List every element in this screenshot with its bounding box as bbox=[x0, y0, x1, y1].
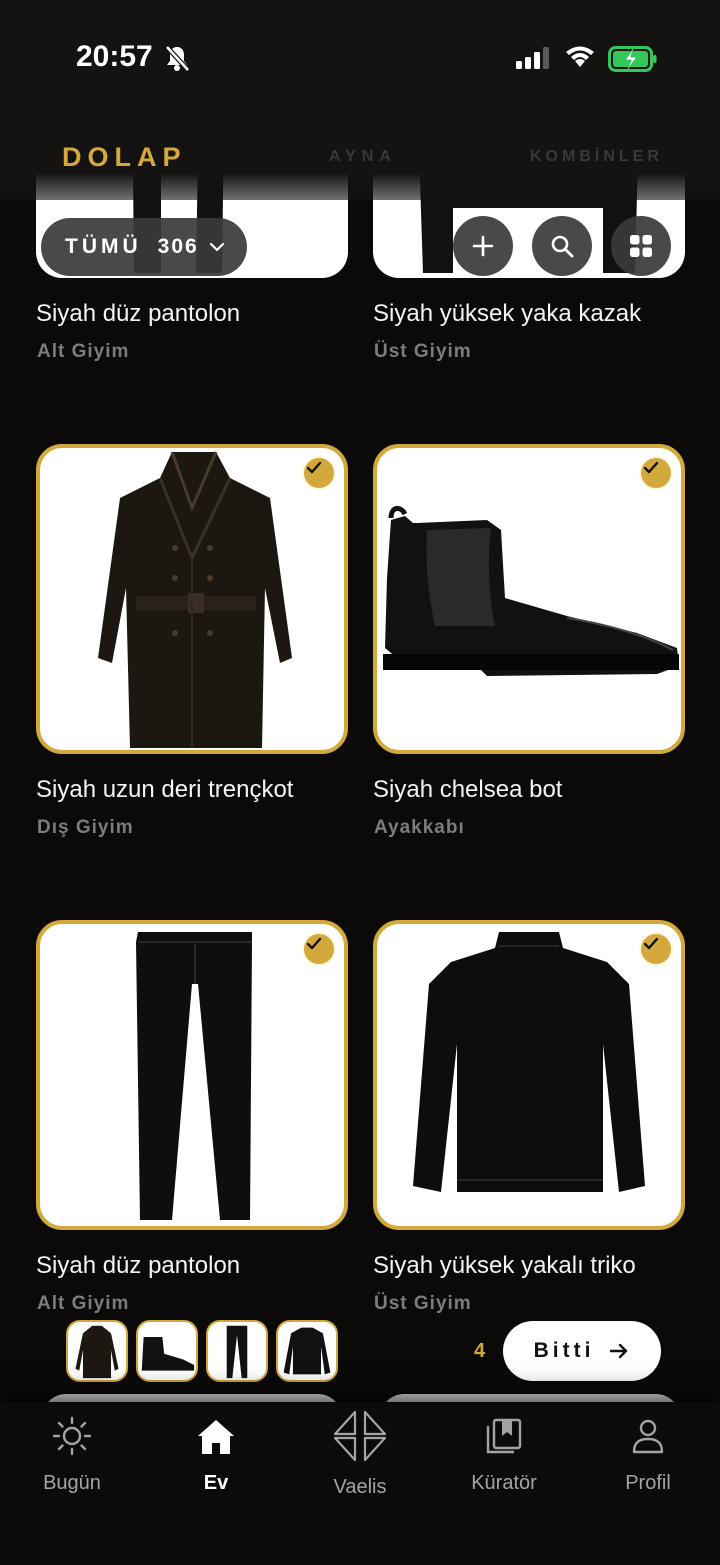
trousers-image bbox=[136, 932, 252, 1220]
item-image bbox=[373, 920, 685, 1230]
done-label: Bitti bbox=[533, 1339, 595, 1362]
item-category: Alt Giyim bbox=[37, 341, 130, 362]
selected-check-icon bbox=[639, 456, 673, 490]
trench-coat-image bbox=[98, 451, 292, 748]
grid-view-button[interactable] bbox=[611, 216, 671, 276]
item-title: Siyah yüksek yakalı triko bbox=[373, 1252, 636, 1279]
item-title: Siyah uzun deri trençkot bbox=[36, 776, 294, 803]
wardrobe-item-card[interactable]: Siyah yüksek yakalı triko Üst Giyim bbox=[373, 920, 685, 1320]
nav-item-profil[interactable]: Profil bbox=[576, 1414, 720, 1495]
item-category: Ayakkabı bbox=[374, 817, 465, 838]
selected-check-icon bbox=[302, 456, 336, 490]
chelsea-boot-image bbox=[383, 506, 679, 676]
selection-count: 4 bbox=[474, 1340, 486, 1362]
add-item-button[interactable] bbox=[453, 216, 513, 276]
search-button[interactable] bbox=[532, 216, 592, 276]
person-icon bbox=[632, 1419, 664, 1454]
item-category: Üst Giyim bbox=[374, 341, 472, 362]
chelsea-boot-image bbox=[141, 1336, 195, 1371]
selected-thumbnail[interactable] bbox=[206, 1320, 268, 1382]
nav-label: Ev bbox=[203, 1472, 229, 1494]
nav-label: Küratör bbox=[471, 1472, 537, 1494]
nav-label: Profil bbox=[625, 1472, 671, 1494]
search-icon bbox=[551, 235, 574, 258]
home-icon bbox=[198, 1420, 234, 1454]
trousers-image bbox=[226, 1325, 248, 1379]
bottom-nav: Bugün Ev Vaelis Küratör Profil bbox=[0, 1402, 720, 1565]
nav-label: Bugün bbox=[43, 1472, 101, 1494]
selected-check-icon bbox=[302, 932, 336, 966]
item-image bbox=[373, 444, 685, 754]
nav-label: Vaelis bbox=[333, 1476, 387, 1498]
grid-icon bbox=[630, 235, 652, 257]
nav-item-kurator[interactable]: Küratör bbox=[432, 1414, 576, 1495]
selected-thumbnail[interactable] bbox=[136, 1320, 198, 1382]
battery-charging-icon bbox=[608, 46, 657, 72]
arrow-right-icon bbox=[610, 1343, 628, 1359]
item-category: Dış Giyim bbox=[37, 817, 134, 838]
vaelis-logo-icon bbox=[333, 1410, 387, 1462]
status-time: 20:57 bbox=[76, 40, 153, 73]
top-tab-bar: DOLAP AYNA KOMBİNLER bbox=[0, 110, 720, 200]
nav-item-vaelis[interactable]: Vaelis bbox=[288, 1410, 432, 1499]
sweater-image bbox=[283, 1327, 331, 1375]
wardrobe-item-card[interactable]: Siyah düz pantolon Alt Giyim bbox=[36, 920, 348, 1320]
wardrobe-item-card[interactable]: Siyah chelsea bot Ayakkabı bbox=[373, 444, 685, 844]
nav-item-ev[interactable]: Ev bbox=[144, 1414, 288, 1495]
item-title: Siyah düz pantolon bbox=[36, 300, 241, 327]
item-image bbox=[36, 920, 348, 1230]
filter-dropdown[interactable]: TÜMÜ 306 bbox=[41, 218, 247, 276]
sweater-image bbox=[413, 932, 645, 1192]
tab-ayna[interactable]: AYNA bbox=[329, 148, 397, 166]
wardrobe-item-card[interactable]: Siyah uzun deri trençkot Dış Giyim bbox=[36, 444, 348, 844]
item-image bbox=[36, 444, 348, 754]
wifi-icon bbox=[566, 46, 594, 67]
selected-check-icon bbox=[639, 932, 673, 966]
selected-thumbnail[interactable] bbox=[276, 1320, 338, 1382]
plus-icon bbox=[472, 235, 494, 257]
filter-count: 306 bbox=[157, 235, 199, 258]
item-title: Siyah yüksek yaka kazak bbox=[373, 300, 642, 327]
cellular-signal-icon bbox=[516, 47, 549, 69]
bookmarks-icon bbox=[486, 1418, 522, 1454]
tab-dolap[interactable]: DOLAP bbox=[62, 142, 187, 173]
done-button[interactable]: Bitti bbox=[503, 1321, 661, 1381]
trench-coat-image bbox=[75, 1325, 119, 1379]
selection-tray: 4 Bitti bbox=[0, 1308, 720, 1400]
status-bar: 20:57 bbox=[0, 0, 720, 110]
chevron-down-icon bbox=[209, 242, 224, 252]
selected-thumbnail[interactable] bbox=[66, 1320, 128, 1382]
filter-label: TÜMÜ bbox=[65, 235, 142, 258]
item-title: Siyah chelsea bot bbox=[373, 776, 563, 803]
nav-item-bugun[interactable]: Bugün bbox=[0, 1414, 144, 1495]
sun-icon bbox=[52, 1416, 92, 1456]
bell-muted-icon bbox=[165, 45, 190, 72]
tab-kombinler[interactable]: KOMBİNLER bbox=[530, 148, 663, 166]
item-title: Siyah düz pantolon bbox=[36, 1252, 241, 1279]
